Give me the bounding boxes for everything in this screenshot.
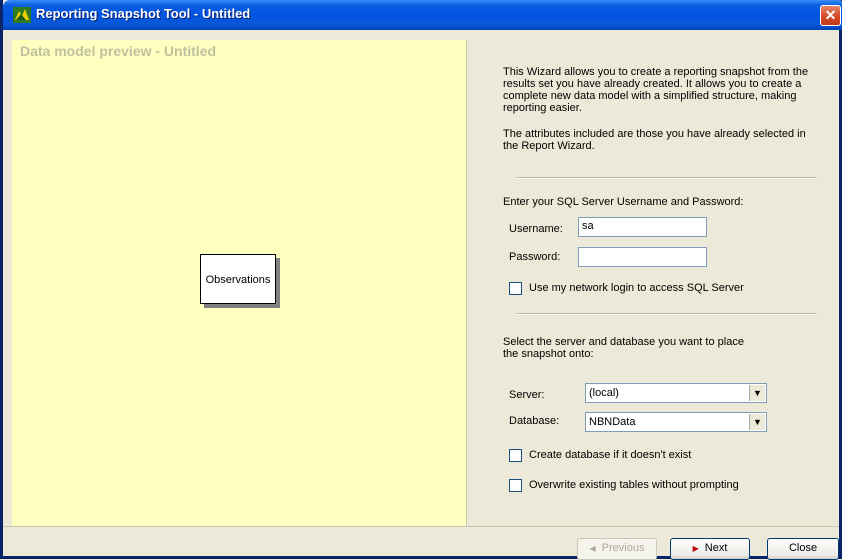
preview-title: Data model preview - Untitled — [20, 43, 217, 59]
server-value: (local) — [589, 387, 619, 399]
button-bar: ◀ Previous ▶ Next Close — [3, 526, 839, 560]
separator — [517, 313, 817, 315]
database-label: Database: — [509, 415, 560, 427]
title-bar[interactable]: Reporting Snapshot Tool - Untitled ✕ — [3, 0, 842, 30]
wizard-panel: This Wizard allows you to create a repor… — [467, 40, 842, 526]
credentials-prompt: Enter your SQL Server Username and Passw… — [503, 196, 744, 208]
separator — [517, 177, 817, 179]
arrow-right-icon: ▶ — [692, 544, 699, 553]
create-database-checkbox[interactable] — [509, 449, 522, 462]
database-select[interactable]: NBNData ▼ — [585, 412, 767, 432]
server-label: Server: — [509, 389, 545, 401]
previous-button[interactable]: ◀ Previous — [577, 538, 657, 560]
network-login-label[interactable]: Use my network login to access SQL Serve… — [529, 282, 744, 294]
server-select[interactable]: (local) ▼ — [585, 383, 767, 403]
chevron-down-icon[interactable]: ▼ — [749, 414, 765, 430]
password-field[interactable] — [578, 247, 707, 267]
intro-text: This Wizard allows you to create a repor… — [503, 66, 809, 114]
chevron-down-icon[interactable]: ▼ — [749, 385, 765, 401]
close-button[interactable]: Close — [767, 538, 839, 560]
password-label: Password: — [509, 251, 561, 263]
app-window: Reporting Snapshot Tool - Untitled ✕ Dat… — [0, 0, 842, 560]
intro-text-attributes: The attributes included are those you ha… — [503, 128, 806, 152]
username-label: Username: — [509, 223, 563, 235]
data-model-preview: Data model preview - Untitled Observatio… — [12, 40, 467, 526]
network-login-checkbox[interactable] — [509, 282, 522, 295]
app-icon — [13, 7, 31, 23]
window-title: Reporting Snapshot Tool - Untitled — [36, 6, 251, 21]
close-window-button[interactable]: ✕ — [820, 5, 841, 26]
server-prompt: Select the server and database you want … — [503, 336, 744, 360]
database-value: NBNData — [589, 416, 636, 428]
overwrite-tables-label[interactable]: Overwrite existing tables without prompt… — [529, 479, 739, 491]
create-database-label[interactable]: Create database if it doesn't exist — [529, 449, 691, 461]
overwrite-tables-checkbox[interactable] — [509, 479, 522, 492]
close-icon: ✕ — [824, 7, 837, 23]
entity-observations[interactable]: Observations — [200, 254, 276, 304]
arrow-left-icon: ◀ — [589, 544, 596, 553]
username-field[interactable]: sa — [578, 217, 707, 237]
next-button[interactable]: ▶ Next — [670, 538, 750, 560]
